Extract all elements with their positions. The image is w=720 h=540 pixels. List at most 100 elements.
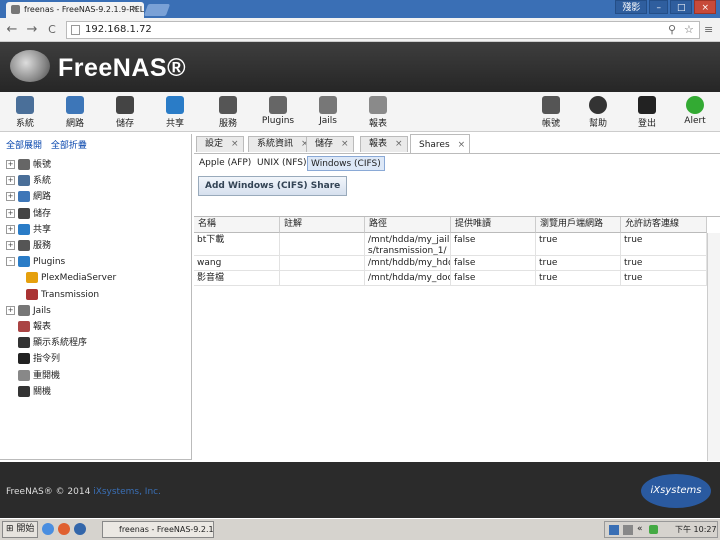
column-header[interactable]: 允許訪客連線 — [621, 217, 707, 233]
tree-item-label: 關機 — [33, 386, 52, 397]
tree-item[interactable]: - Plugins — [6, 255, 65, 270]
table-row[interactable]: bt下載/mnt/hdda/my_jails/transmission_1/us… — [194, 233, 707, 256]
tree-item[interactable]: Transmission — [26, 288, 99, 303]
content-tab-0[interactable]: 設定 × — [196, 136, 244, 152]
new-tab-button[interactable] — [143, 4, 171, 16]
tab-close-icon[interactable]: × — [395, 139, 403, 149]
tree-item[interactable]: 報表 — [6, 320, 51, 335]
ie-quicklaunch-icon[interactable] — [74, 523, 86, 535]
expand-icon[interactable]: + — [6, 176, 15, 186]
tree-item[interactable]: + 帳號 — [6, 158, 51, 173]
tab-close-icon[interactable]: × — [458, 140, 466, 150]
forward-button[interactable]: → — [24, 22, 40, 38]
taskbar-browser-task[interactable]: freenas - FreeNAS-9.2.1.9... — [102, 521, 214, 538]
column-header[interactable]: 註解 — [280, 217, 365, 233]
content-tab-4[interactable]: Shares × — [410, 134, 471, 153]
table-scrollbar[interactable] — [707, 233, 720, 461]
tree-item[interactable]: 重開機 — [6, 369, 60, 384]
clock[interactable]: 下午 10:27 — [675, 522, 717, 537]
expand-icon[interactable]: + — [6, 208, 15, 218]
start-button[interactable]: ⊞ 開始 — [2, 521, 39, 538]
table-cell: true — [536, 271, 621, 286]
shares-table: 名稱 註解 路徑 提供唯讀 瀏覽用戶端網路 允許訪客連線 bt下載/mnt/hdda/my_… — [194, 216, 720, 461]
table-row[interactable]: 影音檔/mnt/hdda/my_documentfalsetruetrue — [194, 271, 707, 286]
network-icon[interactable] — [649, 525, 658, 534]
tree-item[interactable]: + 儲存 — [6, 207, 51, 222]
menu-icon[interactable]: ≡ — [704, 23, 713, 36]
tree-item[interactable]: + 系統 — [6, 174, 51, 189]
tree-item-icon — [18, 256, 30, 268]
ime-icon[interactable] — [609, 525, 619, 535]
bookmark-star-icon[interactable]: ☆ — [684, 23, 694, 36]
tree-item[interactable]: 指令列 — [6, 352, 60, 367]
company-link[interactable]: iXsystems, Inc. — [93, 487, 161, 497]
restore-button[interactable]: □ — [669, 0, 693, 14]
table-row[interactable]: wang/mnt/hddb/my_hddb false true true — [194, 256, 707, 271]
share-type-tab-1[interactable]: UNIX (NFS) — [254, 156, 310, 171]
ixsystems-logo[interactable]: iXsystems — [641, 474, 711, 508]
collapse-icon[interactable]: - — [6, 257, 15, 267]
column-header[interactable]: 名稱 — [194, 217, 280, 233]
content-tab-2[interactable]: 儲存 × — [306, 136, 354, 152]
tree-item-icon — [18, 337, 30, 349]
tray-expand-icon[interactable]: « — [637, 522, 643, 537]
tree-item-label: 儲存 — [33, 208, 52, 219]
expand-icon[interactable]: + — [6, 224, 15, 234]
collapse-all-link[interactable]: 全部折疊 — [51, 141, 87, 151]
share-type-tab-2[interactable]: Windows (CIFS) — [307, 156, 385, 171]
keyboard-icon[interactable] — [623, 525, 633, 535]
tree-item[interactable]: 顯示系統程序 — [6, 336, 87, 351]
share-type-tab-0[interactable]: Apple (AFP) — [196, 156, 254, 171]
back-button[interactable]: ← — [4, 22, 20, 38]
user-profile-button[interactable]: 殘影 — [615, 0, 648, 14]
topnav-item-4[interactable]: 服務 — [205, 96, 251, 129]
content-tab-3[interactable]: 報表 × — [360, 136, 408, 152]
tab-close-icon[interactable]: × — [341, 139, 349, 149]
topnav-right-item-0[interactable]: 帳號 — [528, 96, 574, 129]
topnav-right-item-1[interactable]: 幫助 — [575, 96, 621, 129]
table-cell — [280, 271, 365, 286]
topnav-item-3[interactable]: 共享 — [152, 96, 198, 129]
expand-icon[interactable]: + — [6, 305, 15, 315]
tree-item[interactable]: + 網路 — [6, 190, 51, 205]
browser-tab-title: freenas - FreeNAS-9.2.1.9-RELEASE — [24, 5, 144, 14]
address-bar[interactable]: 192.168.1.72 — [66, 21, 700, 39]
topnav-right-item-3[interactable]: Alert — [672, 96, 718, 126]
firefox-quicklaunch-icon[interactable] — [58, 523, 70, 535]
column-header[interactable]: 瀏覽用戶端網路 — [536, 217, 621, 233]
topnav-item-5[interactable]: Plugins — [255, 96, 301, 126]
browser-tab[interactable]: freenas - FreeNAS-9.2.1.9-RELEASE × — [6, 2, 144, 18]
expand-icon[interactable]: + — [6, 160, 15, 169]
tab-close-icon[interactable]: × — [231, 139, 239, 149]
tree-item-icon — [18, 240, 30, 251]
topnav-item-0[interactable]: 系統 — [2, 96, 48, 129]
tree-item-icon — [18, 353, 30, 365]
table-cell: true — [621, 256, 707, 271]
tree-expand-links: 全部展開 全部折疊 — [6, 138, 93, 151]
add-cifs-share-button[interactable]: Add Windows (CIFS) Share — [198, 176, 348, 196]
browser-tab-close-icon[interactable]: × — [131, 4, 139, 14]
expand-icon[interactable]: + — [6, 192, 15, 202]
column-header[interactable]: 路徑 — [365, 217, 451, 233]
content-tab-1[interactable]: 系統資訊 × — [248, 136, 314, 152]
tree-item[interactable]: + 服務 — [6, 239, 51, 254]
expand-icon[interactable]: + — [6, 241, 15, 250]
tree-item[interactable]: PlexMediaServer — [26, 271, 116, 286]
topnav-item-1[interactable]: 網路 — [52, 96, 98, 129]
key-icon[interactable]: ⚲ — [668, 23, 676, 36]
reload-button[interactable]: C — [44, 22, 60, 38]
tree-item[interactable]: + Jails — [6, 304, 51, 319]
topnav-item-7[interactable]: 報表 — [355, 96, 401, 129]
tree-item[interactable]: 關機 — [6, 385, 51, 400]
tree-item-icon — [18, 159, 30, 170]
close-window-button[interactable]: × — [694, 0, 716, 14]
expand-all-link[interactable]: 全部展開 — [6, 141, 42, 151]
topnav-item-6[interactable]: Jails — [305, 96, 351, 126]
minimize-button[interactable]: – — [649, 0, 668, 14]
topnav-right-item-2[interactable]: 登出 — [624, 96, 670, 129]
tree-item[interactable]: + 共享 — [6, 223, 51, 238]
column-header[interactable]: 提供唯讀 — [451, 217, 536, 233]
chrome-quicklaunch-icon[interactable] — [42, 523, 54, 535]
topnav-right-label: 登出 — [637, 119, 656, 129]
topnav-item-2[interactable]: 儲存 — [102, 96, 148, 129]
